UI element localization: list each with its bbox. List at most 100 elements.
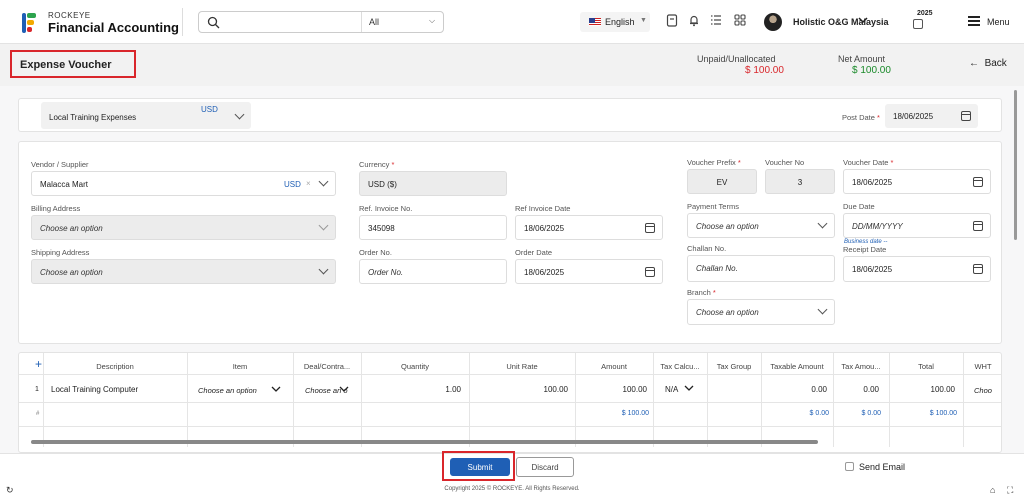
billing-address-label: Billing Address [31, 204, 81, 213]
expense-type-card: Local Training Expenses USD Post Date * … [18, 98, 1002, 132]
global-search[interactable]: All ⌵ [198, 11, 444, 33]
billing-address-select[interactable]: Choose an option [31, 215, 336, 240]
fullscreen-icon[interactable]: ⛶ [1007, 485, 1013, 496]
calendar-icon[interactable] [913, 19, 923, 29]
calendar-icon[interactable] [645, 223, 655, 233]
row-description[interactable]: Local Training Computer [51, 385, 138, 394]
row-item-select[interactable]: Choose an option [198, 386, 257, 395]
col-tax-calc: Tax Calcu... [660, 362, 700, 371]
chevron-down-icon [271, 386, 281, 392]
discard-button[interactable]: Discard [516, 457, 574, 477]
post-date-input[interactable]: 18/06/2025 [885, 104, 978, 128]
payment-terms-select[interactable]: Choose an option [687, 213, 835, 238]
voucher-prefix-label: Voucher Prefix * [687, 158, 741, 167]
chevron-down-icon [817, 304, 828, 315]
vertical-scrollbar[interactable] [1014, 90, 1017, 240]
challan-input[interactable]: Challan No. [687, 255, 835, 282]
branch-select[interactable]: Choose an option [687, 299, 835, 325]
submit-button[interactable]: Submit [450, 458, 510, 476]
row-unit-rate[interactable]: 100.00 [469, 385, 568, 394]
back-button[interactable]: ← Back [969, 58, 1007, 69]
total-taxable-amount: $ 0.00 [809, 410, 829, 417]
clear-icon[interactable]: × [306, 179, 311, 188]
order-date-input[interactable]: 18/06/2025 [515, 259, 663, 284]
bookmark-icon[interactable] [665, 14, 679, 28]
search-scope-select[interactable]: All [369, 17, 379, 27]
unpaid-value: $ 100.00 [745, 65, 784, 76]
send-email-checkbox[interactable] [845, 462, 854, 471]
col-description: Description [96, 362, 134, 371]
vendor-select[interactable]: Malacca Mart USD × [31, 171, 336, 196]
avatar[interactable] [764, 13, 782, 31]
task-list-icon[interactable] [709, 14, 723, 28]
receipt-date-input[interactable]: 18/06/2025 [843, 256, 991, 282]
language-select[interactable]: English ▼ [580, 12, 650, 32]
chevron-down-icon: ⌵ [429, 16, 436, 25]
calendar-icon[interactable] [973, 177, 983, 187]
hamburger-menu-icon[interactable] [968, 16, 980, 26]
voucher-date-input[interactable]: 18/06/2025 [843, 169, 991, 194]
refresh-icon[interactable]: ↻ [6, 485, 14, 496]
payment-terms-label: Payment Terms [687, 202, 739, 211]
row-tax-amount: 0.00 [863, 385, 879, 394]
home-icon[interactable]: ⌂ [990, 485, 995, 495]
row-quantity[interactable]: 1.00 [361, 385, 461, 394]
menu-button[interactable]: Menu [987, 17, 1010, 27]
chevron-down-icon [684, 385, 694, 391]
content-area: Local Training Expenses USD Post Date * … [0, 86, 1024, 453]
caret-down-icon: ▼ [640, 17, 647, 24]
arrow-left-icon: ← [969, 58, 979, 69]
col-quantity: Quantity [401, 362, 429, 371]
ref-invoice-date-input[interactable]: 18/06/2025 [515, 215, 663, 240]
divider [182, 8, 183, 36]
calendar-icon[interactable] [961, 111, 971, 121]
receipt-date-label: Receipt Date [843, 245, 887, 254]
ref-invoice-input[interactable]: 345098 [359, 215, 507, 240]
plus-icon[interactable]: + [35, 357, 42, 371]
language-label: English [605, 17, 635, 27]
due-date-label: Due Date [843, 202, 875, 211]
back-label: Back [984, 58, 1007, 69]
col-item: Item [232, 362, 248, 371]
search-icon [207, 16, 220, 29]
ref-invoice-date-label: Ref Invoice Date [515, 204, 571, 213]
shipping-address-select[interactable]: Choose an option [31, 259, 336, 284]
calendar-icon[interactable] [973, 264, 983, 274]
row-taxable-amount: 0.00 [811, 385, 827, 394]
total-tax-amount: $ 0.00 [861, 410, 881, 417]
calendar-icon[interactable] [973, 221, 983, 231]
expense-type-select[interactable]: Local Training Expenses USD [41, 102, 251, 129]
chevron-down-icon [318, 264, 329, 275]
apps-grid-icon[interactable] [733, 14, 747, 28]
fiscal-year: 2025 [917, 10, 933, 17]
voucher-no-label: Voucher No [765, 158, 805, 167]
order-date-label: Order Date [515, 248, 553, 257]
row-tax-calc-select[interactable]: N/A [665, 385, 678, 394]
chevron-down-icon[interactable] [857, 14, 869, 29]
row-wht-select[interactable]: Choo [974, 386, 992, 395]
rockeye-logo-icon [22, 13, 36, 33]
branch-label: Branch * [687, 288, 716, 297]
vendor-currency: USD [284, 180, 301, 189]
brand-top: ROCKEYE [48, 11, 91, 20]
vendor-label: Vendor / Supplier [31, 160, 89, 169]
order-no-input[interactable]: Order No. [359, 259, 507, 284]
calendar-icon[interactable] [645, 267, 655, 277]
net-amount-label: Net Amount [838, 54, 886, 64]
col-total: Total [918, 362, 934, 371]
due-date-input[interactable]: DD/MM/YYYY [843, 213, 991, 238]
voucher-form-card: Vendor / Supplier Malacca Mart USD × Bil… [18, 141, 1002, 344]
company-name[interactable]: Holistic O&G Malaysia [793, 17, 889, 27]
total-amount: $ 100.00 [621, 410, 649, 417]
net-amount-value: $ 100.00 [852, 65, 891, 76]
voucher-no-field: 3 [765, 169, 835, 194]
bell-icon[interactable] [687, 14, 701, 28]
chevron-down-icon [339, 386, 349, 392]
line-items-table: + Description Item Deal/Contra... Quanti… [18, 352, 1002, 453]
horizontal-scrollbar[interactable] [31, 440, 818, 444]
send-email-label: Send Email [859, 462, 906, 472]
chevron-down-icon [817, 218, 828, 229]
challan-label: Challan No. [687, 244, 727, 253]
voucher-date-label: Voucher Date * [843, 158, 894, 167]
top-bar: ROCKEYE Financial Accounting All ⌵ Engli… [0, 0, 1024, 44]
